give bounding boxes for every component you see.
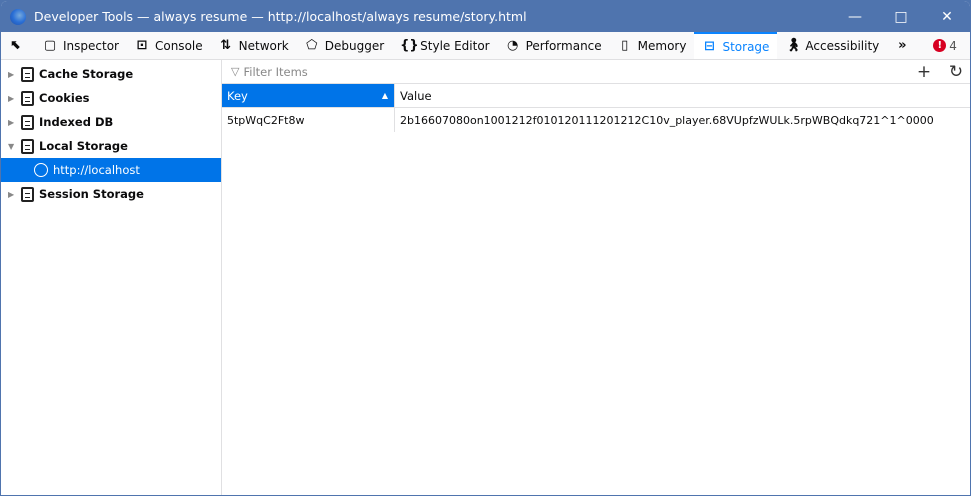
tab-label: Performance <box>525 38 602 53</box>
window-title: Developer Tools — always resume — http:/… <box>34 9 527 24</box>
tab-console[interactable]: ⊡ Console <box>127 32 211 59</box>
debugger-icon: ⬠ <box>306 38 318 53</box>
tree-item-cookies[interactable]: ▶ Cookies <box>1 86 221 110</box>
tree-item-label: Session Storage <box>39 187 144 201</box>
firefox-logo-icon <box>10 8 26 25</box>
tree-item-label: http://localhost <box>53 163 140 177</box>
tab-label: Network <box>238 38 289 53</box>
tab-network[interactable]: ⇅ Network <box>211 32 297 59</box>
network-icon: ⇅ <box>220 38 232 53</box>
more-tabs-button[interactable]: » <box>887 32 917 59</box>
close-button[interactable]: ✕ <box>924 9 970 25</box>
title-bar: Developer Tools — always resume — http:/… <box>1 1 970 32</box>
tree-item-label: Cache Storage <box>39 67 134 81</box>
chip-icon: ▯ <box>621 38 629 53</box>
tab-memory[interactable]: ▯ Memory <box>610 32 695 59</box>
database-icon <box>21 186 34 202</box>
minimize-button[interactable]: — <box>832 9 878 25</box>
cell-key[interactable]: 5tpWqC2Ft8w <box>222 108 395 132</box>
tree-item-cache-storage[interactable]: ▶ Cache Storage <box>1 62 221 86</box>
element-picker-button[interactable]: ⬉ <box>1 32 31 59</box>
tab-label: Style Editor <box>420 38 490 53</box>
gauge-icon: ◔ <box>506 38 519 53</box>
maximize-button[interactable]: □ <box>878 9 924 25</box>
tree-item-indexed-db[interactable]: ▶ Indexed DB <box>1 110 221 134</box>
table-row[interactable]: 5tpWqC2Ft8w 2b16607080on1001212f01012011… <box>222 108 970 132</box>
tab-accessibility[interactable]: 🚶︎ Accessibility <box>777 32 887 59</box>
tab-label: Storage <box>722 39 770 54</box>
accessibility-icon: 🚶︎ <box>785 38 802 53</box>
tree-item-localhost[interactable]: http://localhost <box>1 158 221 182</box>
storage-table-panel: ▽ + ↻ Key ▲ Value 5tpWqC2Ft8w 2b16607080o… <box>222 60 970 495</box>
expand-arrow-icon[interactable]: ▶ <box>8 94 16 103</box>
collapse-arrow-icon[interactable]: ▼ <box>8 142 16 151</box>
tab-style-editor[interactable]: {} Style Editor <box>392 32 497 59</box>
database-icon <box>21 138 34 154</box>
devtools-window: Developer Tools — always resume — http:/… <box>0 0 971 496</box>
console-icon: ⊡ <box>136 38 148 53</box>
storage-tree: ▶ Cache Storage ▶ Cookies ▶ Indexed DB ▼ Loc… <box>1 60 222 495</box>
expand-arrow-icon[interactable]: ▶ <box>8 70 16 79</box>
error-count: 4 <box>949 38 957 53</box>
tab-debugger[interactable]: ⬠ Debugger <box>297 32 392 59</box>
column-header-key[interactable]: Key ▲ <box>222 84 395 107</box>
add-item-button[interactable]: + <box>910 62 938 82</box>
filter-icon: ▽ <box>231 65 240 78</box>
chevrons-right-icon: » <box>898 38 907 53</box>
filter-bar: ▽ + ↻ <box>222 60 970 84</box>
tab-storage[interactable]: ⊟ Storage <box>694 32 778 59</box>
filter-input[interactable] <box>243 64 906 79</box>
tab-label: Console <box>154 38 203 53</box>
refresh-button[interactable]: ↻ <box>942 62 970 82</box>
inspector-icon: ▢ <box>43 38 57 53</box>
devtools-toolbar: ⬉ ▢ Inspector ⊡ Console ⇅ Network ⬠ Debugger… <box>1 32 970 60</box>
column-label: Key <box>227 88 248 103</box>
picker-icon: ⬉ <box>10 38 22 53</box>
expand-arrow-icon[interactable]: ▶ <box>8 190 16 199</box>
table-header: Key ▲ Value <box>222 84 970 108</box>
cell-value[interactable]: 2b16607080on1001212f010120111201212C10v_… <box>395 114 934 127</box>
database-icon <box>21 66 34 82</box>
expand-arrow-icon[interactable]: ▶ <box>8 118 16 127</box>
database-icon <box>21 90 34 106</box>
error-count-button[interactable]: ! 4 <box>925 32 965 59</box>
tab-label: Debugger <box>324 38 385 53</box>
tree-item-local-storage[interactable]: ▼ Local Storage <box>1 134 221 158</box>
column-header-value[interactable]: Value <box>395 84 432 107</box>
tab-performance[interactable]: ◔ Performance <box>498 32 610 59</box>
database-icon <box>21 114 34 130</box>
tree-item-label: Indexed DB <box>39 115 114 129</box>
tab-inspector[interactable]: ▢ Inspector <box>35 32 127 59</box>
error-icon: ! <box>933 39 947 52</box>
tree-item-label: Local Storage <box>39 139 128 153</box>
tab-label: Accessibility <box>805 38 880 53</box>
tab-label: Inspector <box>63 38 119 53</box>
tree-item-label: Cookies <box>39 91 90 105</box>
globe-icon <box>34 163 48 177</box>
tab-label: Memory <box>637 38 687 53</box>
storage-icon: ⊟ <box>704 39 715 54</box>
column-label: Value <box>400 88 432 103</box>
tree-item-session-storage[interactable]: ▶ Session Storage <box>1 182 221 206</box>
braces-icon: {} <box>400 38 419 53</box>
sort-ascending-icon: ▲ <box>381 91 388 100</box>
